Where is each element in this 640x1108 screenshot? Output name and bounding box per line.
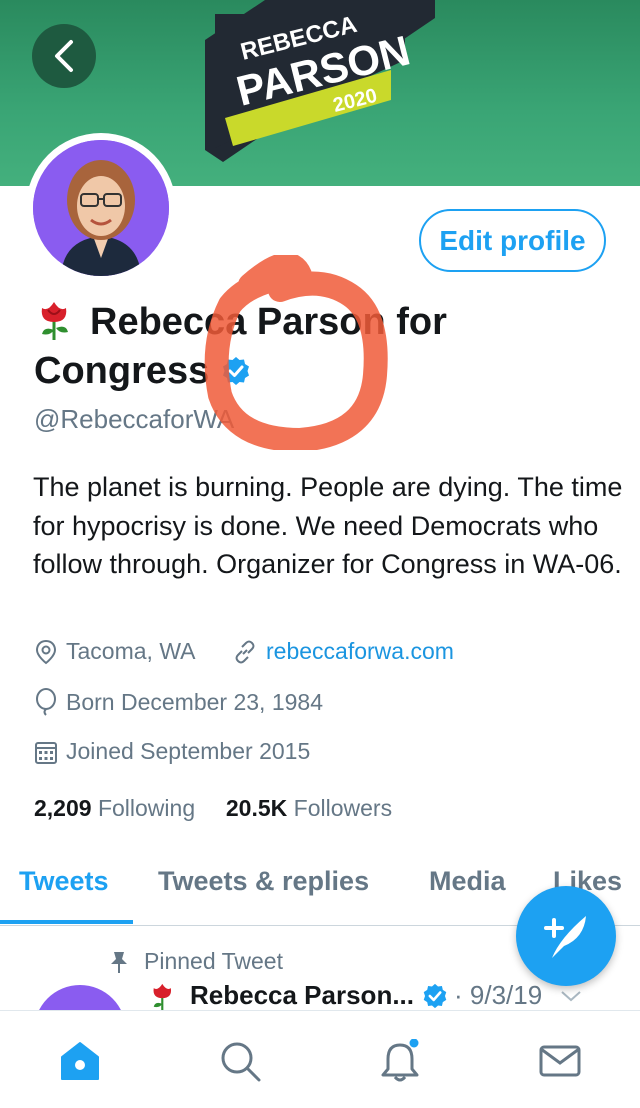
avatar[interactable] <box>33 140 169 276</box>
search-icon[interactable] <box>218 1039 262 1083</box>
followers-link[interactable]: 20.5K Followers <box>226 795 392 821</box>
calendar-icon <box>35 741 57 764</box>
location-text: Tacoma, WA <box>66 638 196 664</box>
back-arrow-icon <box>55 40 73 72</box>
pin-icon <box>111 951 127 973</box>
pinned-text: Pinned Tweet <box>144 948 283 974</box>
back-button[interactable] <box>32 24 96 88</box>
profile-name-text1: Rebecca Parson for <box>90 301 447 343</box>
notifications-icon[interactable] <box>378 1039 422 1083</box>
link-icon <box>235 640 255 663</box>
profile-website[interactable]: rebeccaforwa.com <box>232 638 454 665</box>
campaign-logo: REBECCA PARSON 2020 <box>205 0 435 162</box>
following-link[interactable]: 2,209 Following <box>34 795 195 821</box>
profile-bio: The planet is burning. People are dying.… <box>33 472 623 580</box>
rose-icon <box>153 983 172 1011</box>
avatar-photo <box>33 140 169 276</box>
location-pin-icon <box>35 639 57 664</box>
followers-count: 20.5K <box>225 795 288 821</box>
followers-label: Followers <box>293 795 393 821</box>
compose-tweet-button[interactable] <box>516 886 616 986</box>
joined-text: Joined September 2015 <box>66 738 311 764</box>
profile-handle: @RebeccaforWA <box>34 404 235 434</box>
follow-counts: 2,209 Following 20.5K Followers <box>34 795 392 822</box>
verified-badge-icon <box>423 983 447 1008</box>
bottom-nav <box>0 1010 640 1108</box>
tab-tweets[interactable]: Tweets <box>19 866 109 897</box>
tab-media[interactable]: Media <box>429 866 506 897</box>
chevron-down-icon[interactable] <box>560 989 582 1003</box>
following-count: 2,209 <box>34 795 92 821</box>
profile-location: Tacoma, WA <box>34 638 196 665</box>
home-icon[interactable] <box>58 1039 102 1083</box>
following-label: Following <box>97 795 196 821</box>
messages-icon[interactable] <box>538 1039 582 1083</box>
verified-badge-icon <box>223 357 250 385</box>
balloon-icon <box>36 688 56 716</box>
profile-joined: Joined September 2015 <box>34 738 310 765</box>
website-link[interactable]: rebeccaforwa.com <box>266 638 454 665</box>
compose-tweet-icon <box>544 916 586 958</box>
profile-name-line2: Congress <box>34 348 251 394</box>
profile-birthdate: Born December 23, 1984 <box>34 688 323 716</box>
rose-icon <box>41 302 68 340</box>
active-tab-indicator <box>0 920 133 924</box>
tab-tweets-and-replies[interactable]: Tweets & replies <box>158 866 369 897</box>
birthdate-text: Born December 23, 1984 <box>66 688 323 715</box>
profile-name-line1: Rebecca Parson for <box>34 298 447 345</box>
tweet-author[interactable]: Rebecca Parson... <box>190 980 414 1011</box>
pinned-tweet-label: Pinned Tweet <box>108 948 283 975</box>
profile-name-text2: Congress <box>34 350 210 392</box>
edit-profile-button[interactable]: Edit profile <box>419 209 606 272</box>
pinned-tweet-header: Rebecca Parson... · 9/3/19 <box>148 980 582 1011</box>
tweet-date: · 9/3/19 <box>454 980 543 1010</box>
